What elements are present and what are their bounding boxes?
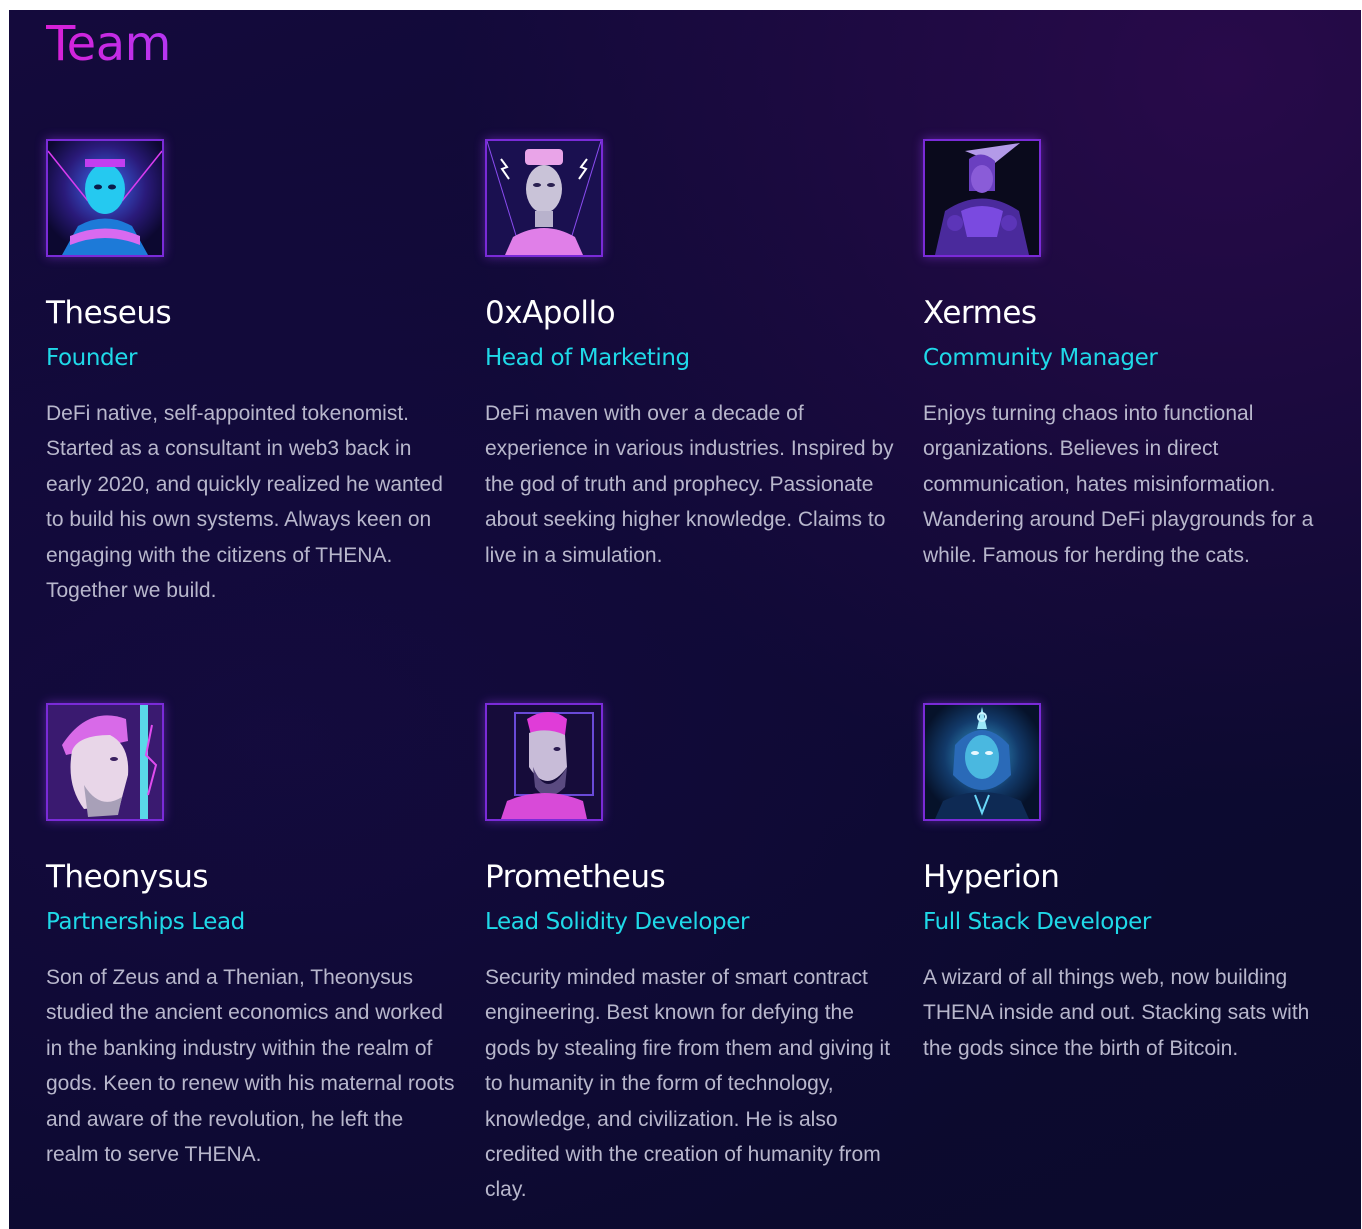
member-name: 0xApollo (485, 295, 616, 331)
portrait-theonysus-icon (46, 703, 164, 821)
member-bio: Enjoys turning chaos into functional org… (923, 402, 1314, 567)
member-bio: DeFi maven with over a decade of experie… (485, 402, 894, 567)
portrait-hyperion-icon (923, 703, 1041, 821)
portrait-apollo-icon (485, 139, 603, 257)
member-role: Founder (46, 345, 138, 371)
portrait-theseus-icon (46, 139, 164, 257)
member-name: Xermes (923, 295, 1037, 331)
member-name: Theseus (46, 295, 172, 331)
member-role: Community Manager (923, 345, 1158, 371)
member-name: Hyperion (923, 859, 1060, 895)
portrait-xermes-icon (923, 139, 1041, 257)
member-bio: A wizard of all things web, now building… (923, 966, 1310, 1060)
member-bio: Security minded master of smart contract… (485, 966, 891, 1202)
member-name: Prometheus (485, 859, 666, 895)
member-role: Head of Marketing (485, 345, 690, 371)
member-bio: DeFi native, self-appointed tokenomist. … (46, 402, 443, 603)
portrait-prometheus-icon (485, 703, 603, 821)
member-bio: Son of Zeus and a Thenian, Theonysus stu… (46, 966, 455, 1167)
team-section: Team Theseus Founder DeFi native, self-a… (9, 10, 1361, 1229)
section-title: Team (46, 16, 171, 72)
member-role: Lead Solidity Developer (485, 909, 750, 935)
member-role: Partnerships Lead (46, 909, 245, 935)
member-role: Full Stack Developer (923, 909, 1151, 935)
member-name: Theonysus (46, 859, 209, 895)
